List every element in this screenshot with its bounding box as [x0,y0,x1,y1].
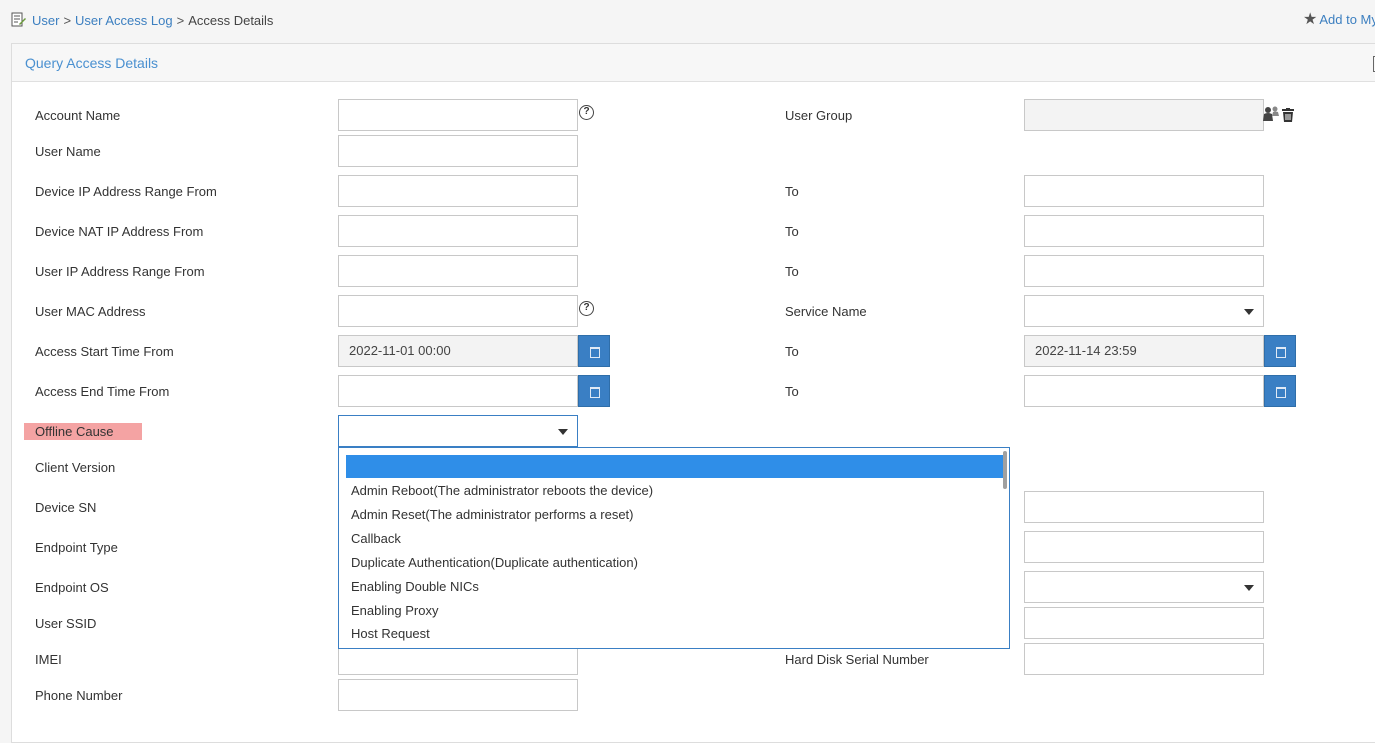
caret-down-icon [1244,585,1254,591]
user-name-label: User Name [35,144,101,159]
user-group-label: User Group [785,108,853,123]
endpoint-type-right-input[interactable] [1024,531,1264,563]
phone-number-input[interactable] [338,679,578,711]
dropdown-option[interactable]: Duplicate Authentication(Duplicate authe… [351,555,638,570]
trash-icon[interactable] [1282,108,1294,122]
user-ssid-right-input[interactable] [1024,607,1264,639]
breadcrumb-separator: > [63,12,72,28]
device-ip-from-label: Device IP Address Range From [35,184,217,199]
access-end-to-label: To [785,384,799,399]
access-start-from-input[interactable]: 2022-11-01 00:00 [338,335,578,367]
offline-cause-select[interactable] [338,415,578,447]
account-name-label: Account Name [35,108,121,123]
access-end-to-input[interactable] [1024,375,1264,407]
access-end-from-label: Access End Time From [35,384,170,399]
add-to-favorites-link[interactable]: Add to My [1319,12,1375,27]
panel-header: Query Access Details [12,44,1375,82]
device-sn-label: Device SN [35,500,97,515]
user-ip-from-input[interactable] [338,255,578,287]
device-sn-right-input[interactable] [1024,491,1264,523]
access-start-to-label: To [785,344,799,359]
dropdown-option-empty-selected[interactable] [346,455,1003,478]
device-nat-from-input[interactable] [338,215,578,247]
dropdown-option[interactable]: Admin Reset(The administrator performs a… [351,507,633,522]
dropdown-option[interactable]: Enabling Double NICs [351,579,479,594]
device-nat-to-input[interactable] [1024,215,1264,247]
breadcrumb-link-user[interactable]: User [32,13,59,28]
calendar-icon[interactable] [578,335,610,367]
calendar-icon[interactable] [578,375,610,407]
user-name-input[interactable] [338,135,578,167]
calendar-icon[interactable] [1264,375,1296,407]
user-mac-input[interactable] [338,295,578,327]
imei-label: IMEI [35,652,62,667]
endpoint-os-label: Endpoint OS [35,580,109,595]
access-end-from-input[interactable] [338,375,578,407]
device-nat-to-label: To [785,224,799,239]
breadcrumb-separator: > [176,12,185,28]
caret-down-icon [1244,309,1254,315]
dropdown-scrollbar[interactable] [1003,451,1007,489]
user-group-input[interactable] [1024,99,1264,131]
dropdown-option[interactable]: Callback [351,531,401,546]
add-to-favorites[interactable]: ★ Add to My [1303,10,1375,28]
device-nat-from-label: Device NAT IP Address From [35,224,204,239]
question-circle-icon[interactable]: ? [579,105,594,120]
access-start-from-label: Access Start Time From [35,344,174,359]
breadcrumb-current: Access Details [188,12,274,28]
breadcrumb: User > User Access Log > Access Details [11,12,273,28]
top-bar: User > User Access Log > Access Details … [0,0,1375,40]
user-mac-label: User MAC Address [35,304,146,319]
account-name-input[interactable] [338,99,578,131]
device-ip-to-input[interactable] [1024,175,1264,207]
dropdown-option[interactable]: Enabling Proxy [351,603,438,618]
endpoint-type-label: Endpoint Type [35,540,118,555]
offline-cause-dropdown-list[interactable]: Admin Reboot(The administrator reboots t… [338,447,1010,649]
caret-down-icon [558,429,568,435]
service-name-select[interactable] [1024,295,1264,327]
star-add-icon: ★ [1303,10,1318,28]
endpoint-os-right-select[interactable] [1024,571,1264,603]
offline-cause-label: Offline Cause [24,423,142,440]
user-ssid-label: User SSID [35,616,97,631]
service-name-label: Service Name [785,304,867,319]
user-group-icon[interactable] [1263,106,1281,122]
hard-disk-serial-label: Hard Disk Serial Number [785,652,929,667]
device-ip-to-label: To [785,184,799,199]
device-ip-from-input[interactable] [338,175,578,207]
phone-number-label: Phone Number [35,688,123,703]
hard-disk-serial-input[interactable] [1024,643,1264,675]
access-start-to-input[interactable]: 2022-11-14 23:59 [1024,335,1264,367]
calendar-icon[interactable] [1264,335,1296,367]
breadcrumb-link-user-access-log[interactable]: User Access Log [75,13,173,28]
user-ip-to-input[interactable] [1024,255,1264,287]
question-circle-icon[interactable]: ? [579,301,594,316]
user-ip-from-label: User IP Address Range From [35,264,205,279]
client-version-label: Client Version [35,460,116,475]
dropdown-option[interactable]: Admin Reboot(The administrator reboots t… [351,483,653,498]
user-ip-to-label: To [785,264,799,279]
document-icon [11,12,27,28]
panel-title: Query Access Details [25,55,159,71]
dropdown-option[interactable]: Host Request [351,626,430,641]
